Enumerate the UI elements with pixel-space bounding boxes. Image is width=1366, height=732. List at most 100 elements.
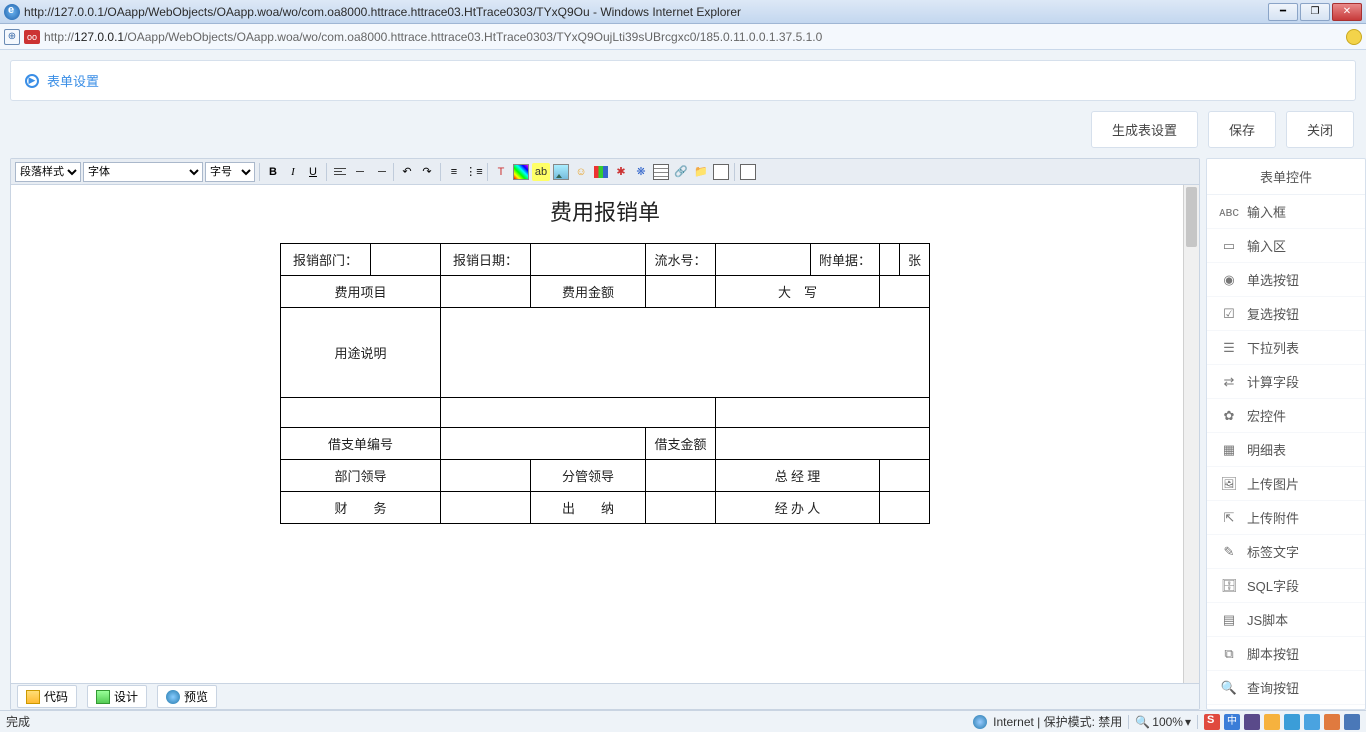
cell-dept-value[interactable] [370, 244, 440, 276]
undo-button[interactable]: ↶ [398, 163, 416, 181]
tab-preview[interactable]: 预览 [157, 685, 217, 708]
generate-button[interactable]: 生成表设置 [1091, 111, 1198, 148]
ordered-list-button[interactable]: ≡ [445, 163, 463, 181]
cell-serial-value[interactable] [715, 244, 810, 276]
cell-loan-no-value[interactable] [440, 428, 645, 460]
font-color-button[interactable]: T [492, 163, 510, 181]
ime-moon-icon[interactable] [1244, 714, 1260, 730]
ime-zh-icon[interactable]: 中 [1224, 714, 1240, 730]
palette-item-macro[interactable]: ✿宏控件 [1207, 399, 1365, 433]
cell-gm-label: 总 经 理 [715, 460, 879, 492]
cell-dept-leader-value[interactable] [440, 460, 530, 492]
underline-button[interactable]: U [304, 163, 322, 181]
palette-item-label[interactable]: ✎标签文字 [1207, 535, 1365, 569]
close-window-button[interactable]: ✕ [1332, 3, 1362, 21]
sogou-icon[interactable] [1204, 714, 1220, 730]
align-center-button[interactable] [351, 163, 369, 181]
palette-item-sql[interactable]: 🗄SQL字段 [1207, 569, 1365, 603]
page-body: ▶ 表单设置 生成表设置 保存 关闭 段落样式 字体 字号 B I U ↶ [0, 50, 1366, 710]
cell-loan-amt-label: 借支金额 [645, 428, 715, 460]
url-host: 127.0.0.1 [74, 30, 124, 44]
cell-dept-leader-label: 部门领导 [280, 460, 440, 492]
tab-code[interactable]: 代码 [17, 685, 77, 708]
palette-label: 计算字段 [1247, 372, 1299, 391]
cell-amount-value[interactable] [645, 276, 715, 308]
ime-keyboard-icon[interactable] [1284, 714, 1300, 730]
cell-finance-value[interactable] [440, 492, 530, 524]
ime-punct-icon[interactable] [1264, 714, 1280, 730]
folder-button[interactable]: 📁 [692, 163, 710, 181]
italic-button[interactable]: I [284, 163, 302, 181]
font-size-select[interactable]: 字号 [205, 162, 255, 182]
cell-empty[interactable] [715, 398, 929, 428]
emoji-button[interactable]: ☺ [572, 163, 590, 181]
cell-cashier-value[interactable] [645, 492, 715, 524]
ime-skin-icon[interactable] [1324, 714, 1340, 730]
url-field[interactable]: http://127.0.0.1/OAapp/WebObjects/OAapp.… [44, 30, 1342, 44]
paragraph-style-select[interactable]: 段落样式 [15, 162, 81, 182]
cell-upper-value[interactable] [880, 276, 930, 308]
cell-loan-amt-value[interactable] [715, 428, 929, 460]
cell-date-label: 报销日期： [440, 244, 530, 276]
palette-label: 明细表 [1247, 440, 1286, 459]
shield-icon[interactable]: ⊕ [4, 29, 20, 45]
control-palette: 表单控件 ᴀʙᴄ输入框 ▭输入区 ◉单选按钮 ☑复选按钮 ☰下拉列表 ⇄计算字段… [1206, 158, 1366, 710]
palette-item-select[interactable]: ☰下拉列表 [1207, 331, 1365, 365]
cell-handler-value[interactable] [880, 492, 930, 524]
palette-item-upload-image[interactable]: 🖼上传图片 [1207, 467, 1365, 501]
close-button[interactable]: 关闭 [1286, 111, 1354, 148]
palette-item-textarea[interactable]: ▭输入区 [1207, 229, 1365, 263]
save-button[interactable]: 保存 [1208, 111, 1276, 148]
separator [487, 163, 488, 181]
ime-user-icon[interactable] [1304, 714, 1320, 730]
tab-design[interactable]: 设计 [87, 685, 147, 708]
new-doc-button[interactable] [739, 163, 757, 181]
minimize-button[interactable]: ━ [1268, 3, 1298, 21]
cell-branch-leader-value[interactable] [645, 460, 715, 492]
palette-item-query-btn[interactable]: 🔍查询按钮 [1207, 671, 1365, 705]
bg-color-button[interactable] [512, 163, 530, 181]
status-zoom[interactable]: 🔍 100% ▾ [1135, 715, 1191, 729]
cell-item-value[interactable] [440, 276, 530, 308]
special-char-button[interactable]: ✱ [612, 163, 630, 181]
scrollbar-thumb[interactable] [1186, 187, 1197, 247]
palette-item-upload-file[interactable]: ⇱上传附件 [1207, 501, 1365, 535]
highlight-button[interactable]: ab [532, 163, 550, 181]
maximize-button[interactable]: ❐ [1300, 3, 1330, 21]
palette-item-calc[interactable]: ⇄计算字段 [1207, 365, 1365, 399]
cell-empty[interactable] [280, 398, 440, 428]
cell-date-value[interactable] [530, 244, 645, 276]
editor-canvas[interactable]: 费用报销单 报销部门： 报销日期： 流水号： 附单据： 张 费用项 [11, 185, 1199, 683]
cell-attach-value[interactable] [880, 244, 900, 276]
cell-purpose-value[interactable] [440, 308, 929, 398]
flag-icon[interactable] [592, 163, 610, 181]
font-select[interactable]: 字体 [83, 162, 203, 182]
table-row: 费用项目 费用金额 大 写 [280, 276, 929, 308]
arrow-right-icon: ▶ [25, 74, 39, 88]
palette-item-input[interactable]: ᴀʙᴄ输入框 [1207, 195, 1365, 229]
palette-item-detail[interactable]: ▦明细表 [1207, 433, 1365, 467]
redo-button[interactable]: ↷ [418, 163, 436, 181]
cell-gm-value[interactable] [880, 460, 930, 492]
unordered-list-button[interactable]: ⋮≡ [465, 163, 483, 181]
align-left-button[interactable] [331, 163, 349, 181]
cell-empty[interactable] [440, 398, 715, 428]
page-button[interactable] [712, 163, 730, 181]
insert-char-button[interactable]: ❋ [632, 163, 650, 181]
link-button[interactable]: 🔗 [672, 163, 690, 181]
compatibility-icon[interactable] [1346, 29, 1362, 45]
bold-button[interactable]: B [264, 163, 282, 181]
palette-item-checkbox[interactable]: ☑复选按钮 [1207, 297, 1365, 331]
palette-item-js[interactable]: ▤JS脚本 [1207, 603, 1365, 637]
ime-settings-icon[interactable] [1344, 714, 1360, 730]
image-button[interactable] [552, 163, 570, 181]
table-button[interactable] [652, 163, 670, 181]
vertical-scrollbar[interactable] [1183, 185, 1199, 683]
cell-handler-label: 经 办 人 [715, 492, 879, 524]
image-icon: 🖼 [1221, 476, 1237, 492]
editor-mode-tabs: 代码 设计 预览 [11, 683, 1199, 709]
align-right-button[interactable] [371, 163, 389, 181]
palette-item-form-btn[interactable]: ✱表单按钮 [1207, 705, 1365, 710]
palette-item-script-btn[interactable]: ⧉脚本按钮 [1207, 637, 1365, 671]
palette-item-radio[interactable]: ◉单选按钮 [1207, 263, 1365, 297]
